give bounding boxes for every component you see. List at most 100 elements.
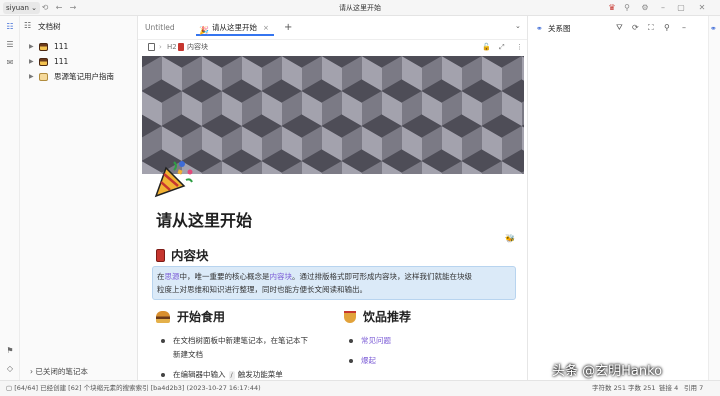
tree-item-label: 思源笔记用户指南 [54,72,114,81]
file-tree-title: 文档树 [38,22,61,31]
tab-label: Untitled [145,23,175,32]
graph-panel-title: 关系图 [548,24,571,33]
tree-item-notebook[interactable]: ▶ 111 [20,55,138,69]
heading-text: 内容块 [171,248,209,263]
notebook-cake-icon [39,58,48,66]
content-block-heading[interactable]: 内容块 [156,245,209,264]
tab-start-here[interactable]: 🎉 请从这里开始 × [196,20,274,36]
party-popper-icon[interactable] [152,156,196,200]
pin-icon[interactable]: ⚲ [664,23,670,32]
list-item-text: 触发功能菜单 [237,370,283,379]
faq-link[interactable]: 常见问题 [361,336,391,345]
tree-item-notebook[interactable]: ▶ 111 [20,40,138,54]
breadcrumb-label[interactable]: 内容块 [187,40,208,54]
pin-icon[interactable]: ⚲ [622,3,632,13]
watermark: 头条 @玄明Hanko [552,364,663,379]
close-window-icon[interactable]: ✕ [697,3,707,13]
document-icon[interactable] [148,43,155,51]
notebook-cake-icon [39,43,48,51]
origin-link[interactable]: 爆起 [361,356,376,365]
refresh-icon[interactable]: ⟳ [632,23,639,32]
inbox-dock-icon[interactable]: ✉ [5,58,15,68]
callout-link-block[interactable]: 内容块 [270,272,293,281]
graph-icon: ⚭ [536,24,543,33]
heading-text: 饮品推荐 [363,310,412,324]
notebook-book-icon [39,73,48,81]
closed-notebooks-label: 已关闭的笔记本 [35,367,88,376]
crown-icon[interactable]: ♛ [607,3,617,13]
callout-text: 粒度上对思维和知识进行整理，同时也能方便长文阅读和输出。 [157,285,367,294]
callout-text: 中，唯一重要的核心概念是 [179,272,270,281]
minimize-icon[interactable]: – [658,3,668,13]
forward-icon[interactable]: → [68,3,78,13]
tag-dock-icon[interactable]: ◇ [5,364,15,374]
heading-text: 开始食用 [177,310,226,324]
filetree-dock-icon[interactable]: ☷ [5,22,15,32]
workspace-switcher[interactable]: siyuan ⌄ [3,2,40,14]
bullet [161,339,165,343]
list-item-text: 在文档树面板中新建笔记本，在笔记本下 [173,336,308,345]
fullscreen-icon[interactable]: ⛶ [648,23,654,33]
app-window: siyuan ⌄ ⟲ ← → 请从这里开始 ♛ ⚲ ⚙ – ▢ ✕ ☷ ☰ ✉ … [0,0,720,396]
callout-block[interactable]: 在思源中，唯一重要的核心概念是内容块。通过排版格式即可形成内容块，这样我们就能在… [152,266,516,300]
callout-link-siyuan[interactable]: 思源 [165,272,180,281]
content-block-icon [156,249,165,262]
editor-area: Untitled 🎉 请从这里开始 × + ⌄ › H2 内容块 🔓 ⤢ ⋮ 请… [138,16,528,380]
tree-item-label: 111 [54,57,69,66]
trophy-icon [344,311,356,323]
tree-item-label: 111 [54,42,69,51]
list-item-text: 在编辑器中输入 [173,370,226,379]
content-block-icon [178,43,184,51]
settings-icon[interactable]: ⚙ [640,3,650,13]
expand-arrow-icon[interactable]: ▶ [29,40,34,54]
new-tab-button[interactable]: + [284,20,292,36]
sync-icon[interactable]: ⟲ [40,3,50,13]
list-item[interactable]: 在编辑器中输入 / 触发功能菜单 [161,368,343,380]
tree-item-notebook[interactable]: ▶ 思源笔记用户指南 [20,70,138,84]
status-message: ▢ [64/64] 已经创建 [62] 个块缩元素的搜索索引 [ba4d2b3]… [6,384,261,392]
tab-untitled[interactable]: Untitled [145,20,175,36]
filter-icon[interactable]: ⛛ [616,23,623,33]
slash-key: / [228,371,235,380]
expand-arrow-icon[interactable]: ▶ [29,55,34,69]
status-bar: ▢ [64/64] 已经创建 [62] 个块缩元素的搜索索引 [ba4d2b3]… [0,380,720,396]
bullet [349,339,353,343]
file-tree-header: ☷ 文档树 [20,20,138,34]
list-item-text: 新建文档 [173,350,203,359]
readonly-lock-icon[interactable]: 🔓 [482,40,491,54]
ref-count: 引用 7 [684,384,704,392]
link-count: 链接 4 [659,384,679,392]
drinks-heading[interactable]: 饮品推荐 [344,308,411,325]
more-icon[interactable]: ⋮ [516,40,523,54]
maximize-icon[interactable]: ▢ [676,3,686,13]
graph-panel: ⚭ 关系图 ⛛ ⟳ ⛶ ⚲ – [528,16,708,380]
getting-started-heading[interactable]: 开始食用 [156,308,225,325]
burger-icon [156,311,170,323]
list-item[interactable]: 爆起 [349,354,376,368]
callout-text: 。通过排版格式即可形成内容块，这样我们就能在块级 [292,272,472,281]
tab-menu-chevron-icon[interactable]: ⌄ [515,22,521,30]
minimize-panel-icon[interactable]: – [682,23,686,32]
document-title[interactable]: 请从这里开始 [156,207,252,231]
left-dock: ☷ ☰ ✉ ⚑ ◇ [0,16,20,380]
word-count: 字数 251 [628,384,656,392]
closed-notebooks[interactable]: › 已关闭的笔记本 [30,366,88,377]
expand-arrow-icon[interactable]: ▶ [29,70,34,84]
list-item[interactable]: 在文档树面板中新建笔记本，在笔记本下 新建文档 [161,334,343,362]
heading-level: H2 [167,43,177,51]
tab-close-icon[interactable]: × [263,20,269,36]
char-count: 字符数 251 [592,384,626,392]
bee-icon: 🐝 [505,234,515,243]
back-icon[interactable]: ← [54,3,64,13]
status-message-text: [64/64] 已经创建 [62] 个块缩元素的搜索索引 [ba4d2b3] (… [14,384,261,392]
graph-dock-icon[interactable]: ⚭ [710,24,717,33]
right-dock: ⚭ [708,16,720,380]
bullet [161,373,165,377]
tab-label: 请从这里开始 [212,23,257,32]
list-item[interactable]: 常见问题 [349,334,391,348]
outline-dock-icon[interactable]: ☰ [5,40,15,50]
document-banner [142,56,524,174]
file-tree-panel: ☷ 文档树 ▶ 111 ▶ 111 ▶ 思源笔记用户指南 › 已关闭的笔记本 [20,16,138,380]
expand-icon[interactable]: ⤢ [499,40,505,54]
bookmark-dock-icon[interactable]: ⚑ [5,346,15,356]
